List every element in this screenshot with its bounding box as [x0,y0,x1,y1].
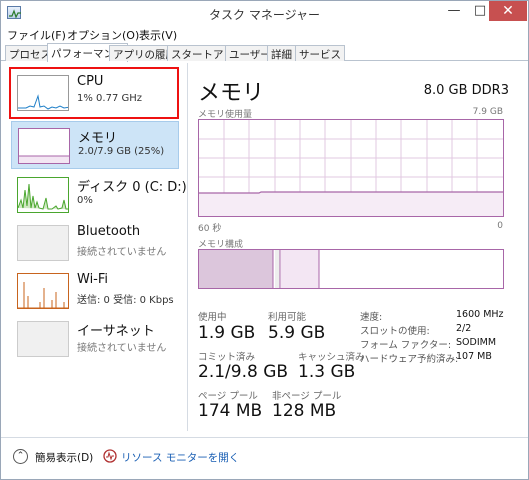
sidebar-item-sub: 1% 0.77 GHz [77,93,143,104]
tab-services[interactable]: サービス [295,45,345,61]
time-right-label: 0 [497,221,503,231]
nonpaged-pool-value: 128 MB [272,401,337,421]
nonpaged-pool-label: 非ページ プール [272,391,342,402]
memory-thumbnail-graph [18,128,70,164]
paged-pool-label: ページ プール [198,391,258,402]
sidebar-item-sub: 送信: 0 受信: 0 Kbps [77,295,174,306]
hardware-reserved-label: ハードウェア予約済み: [360,354,459,365]
in-use-value: 1.9 GB [198,323,256,343]
sidebar-item-title: イーサネット [77,324,155,339]
memory-usage-graph [198,119,504,217]
close-button[interactable]: ✕ [489,1,527,21]
performance-sidebar: CPU 1% 0.77 GHz メモリ 2.0/7.9 GB (25%) ディス… [7,63,187,431]
menu-file[interactable]: ファイル(F) [7,27,66,43]
task-manager-window: タスク マネージャー — □ ✕ ファイル(F) オプション(O) 表示(V) … [0,0,529,480]
sidebar-item-title: CPU [77,74,104,89]
hardware-reserved-value: 107 MB [456,351,492,362]
slots-value: 2/2 [456,323,472,334]
cached-value: 1.3 GB [298,362,356,382]
footer: ⌃ 簡易表示(D) リソース モニターを開く [1,437,528,479]
form-factor-label: フォーム ファクター: [360,340,452,351]
chevron-up-icon[interactable]: ⌃ [13,449,28,464]
sidebar-item-title: Bluetooth [77,224,141,239]
minimize-button[interactable]: — [441,1,467,21]
speed-value: 1600 MHz [456,309,504,320]
fewer-details-button[interactable]: 簡易表示(D) [35,450,93,465]
memory-detail-panel: メモリ 8.0 GB DDR3 メモリ使用量 7.9 GB 60 秒 0 メモリ… [187,63,523,431]
sidebar-item-sub: 0% [77,195,93,206]
committed-label: コミット済み [198,352,256,363]
menu-view[interactable]: 表示(V) [139,27,177,43]
time-left-label: 60 秒 [198,224,222,234]
wifi-thumbnail-graph [17,273,69,309]
usage-max: 7.9 GB [472,107,503,117]
menu-options[interactable]: オプション(O) [67,27,139,43]
sidebar-item-title: メモリ [78,131,118,146]
sidebar-item-cpu[interactable]: CPU 1% 0.77 GHz [9,67,179,119]
sidebar-item-memory[interactable]: メモリ 2.0/7.9 GB (25%) [11,121,179,169]
sidebar-item-disk[interactable]: ディスク 0 (C: D:) 0% [11,171,187,219]
slots-label: スロットの使用: [360,326,430,337]
sidebar-item-sub: 接続されていません [77,343,167,354]
tab-details[interactable]: 詳細 [267,45,296,61]
paged-pool-value: 174 MB [198,401,263,421]
resource-monitor-icon [103,449,117,463]
disk-thumbnail-graph [17,177,69,213]
sidebar-item-ethernet[interactable]: イーサネット 接続されていません [11,315,179,363]
tab-strip: プロセス パフォーマンス アプリの履歴 スタートアップ ユーザー 詳細 サービス [1,43,528,62]
committed-value: 2.1/9.8 GB [198,362,289,382]
memory-spec: 8.0 GB DDR3 [423,83,509,98]
sidebar-item-sub: 接続されていません [77,247,167,258]
form-factor-value: SODIMM [456,337,497,348]
memory-composition-bar[interactable] [198,249,504,289]
sidebar-item-title: Wi-Fi [77,272,109,287]
menu-bar: ファイル(F) オプション(O) 表示(V) [1,25,528,43]
sidebar-item-sub: 2.0/7.9 GB (25%) [78,146,165,157]
speed-label: 速度: [360,312,383,323]
cached-label: キャッシュ済み [298,352,365,363]
title-bar[interactable]: タスク マネージャー — □ ✕ [1,1,528,25]
available-value: 5.9 GB [268,323,326,343]
page-title: メモリ [198,81,265,106]
sidebar-item-bluetooth[interactable]: Bluetooth 接続されていません [11,219,179,267]
open-resource-monitor-link[interactable]: リソース モニターを開く [121,450,239,465]
sidebar-item-title: ディスク 0 (C: D:) [77,180,187,195]
cpu-thumbnail-graph [17,75,69,111]
ethernet-thumbnail-graph [17,321,69,357]
available-label: 利用可能 [268,312,307,323]
in-use-label: 使用中 [198,312,227,323]
bluetooth-thumbnail-graph [17,225,69,261]
sidebar-item-wifi[interactable]: Wi-Fi 送信: 0 受信: 0 Kbps [11,267,179,315]
